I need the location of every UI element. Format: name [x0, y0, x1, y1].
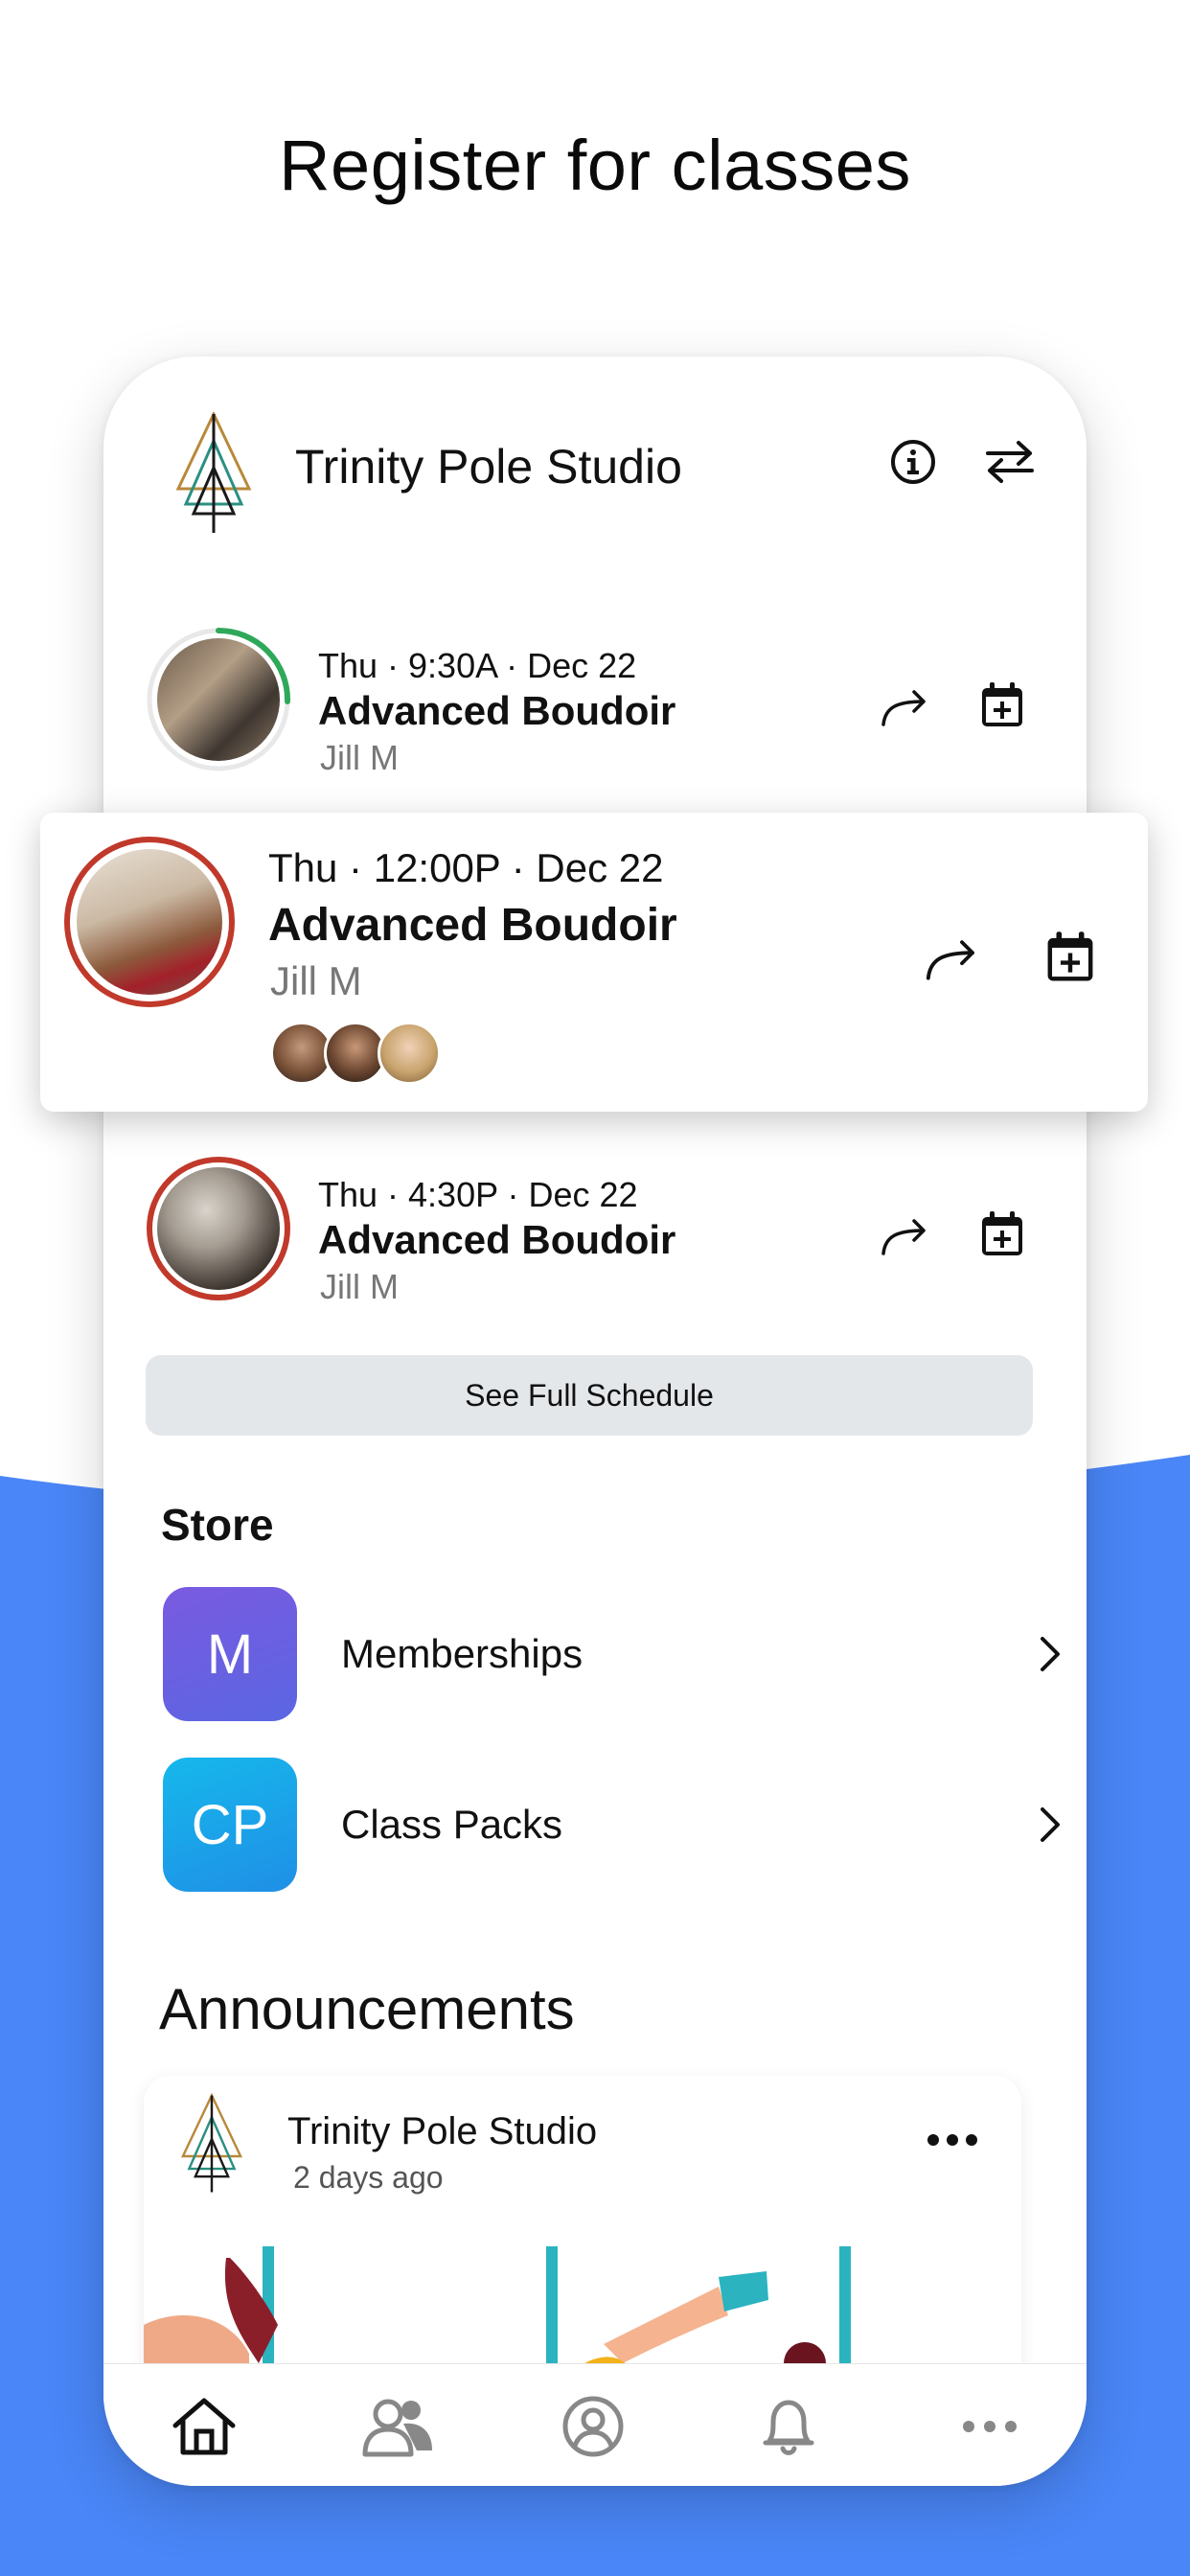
- announcement-time: 2 days ago: [293, 2160, 444, 2195]
- share-icon[interactable]: [874, 678, 935, 740]
- memberships-badge: M: [163, 1587, 297, 1721]
- announcements-title: Announcements: [159, 1977, 575, 2041]
- phone-mockup: Trinity Pole Studio Thu · 9:30A · Dec 22…: [103, 356, 1087, 2486]
- highlighted-class-card[interactable]: Thu · 12:00P · Dec 22 Advanced Boudoir J…: [40, 813, 1148, 1112]
- switch-arrows-icon[interactable]: [981, 433, 1039, 491]
- store-item-label: Class Packs: [341, 1802, 563, 1847]
- chevron-right-icon: [1041, 1807, 1060, 1842]
- store-title: Store: [161, 1500, 274, 1550]
- add-to-calendar-icon[interactable]: [1037, 924, 1104, 991]
- more-options-icon[interactable]: [924, 2126, 981, 2154]
- store-item-class-packs[interactable]: CP Class Packs: [161, 1758, 1060, 1892]
- class-time: Thu · 4:30P · Dec 22: [318, 1175, 638, 1214]
- studio-logo-icon: [180, 2093, 243, 2193]
- more-icon[interactable]: [947, 2383, 1033, 2470]
- share-icon[interactable]: [874, 1208, 935, 1269]
- profile-icon[interactable]: [550, 2383, 636, 2470]
- class-instructor: Jill M: [270, 958, 362, 1003]
- attendee-avatar: [378, 1022, 441, 1085]
- class-time: Thu · 9:30A · Dec 22: [318, 646, 637, 685]
- class-packs-badge: CP: [163, 1758, 297, 1892]
- add-to-calendar-icon[interactable]: [972, 675, 1033, 736]
- class-name: Advanced Boudoir: [318, 688, 676, 733]
- class-row[interactable]: Thu · 4:30P · Dec 22 Advanced Boudoir Ji…: [103, 1156, 1087, 1319]
- chevron-right-icon: [1041, 1637, 1060, 1671]
- page-headline: Register for classes: [279, 126, 911, 205]
- class-name: Advanced Boudoir: [318, 1217, 676, 1262]
- class-photo: [157, 638, 280, 761]
- class-name: Advanced Boudoir: [268, 900, 677, 951]
- bottom-tab-bar: [103, 2363, 1087, 2486]
- share-icon[interactable]: [918, 928, 985, 995]
- class-instructor: Jill M: [320, 1267, 399, 1306]
- people-icon[interactable]: [355, 2383, 441, 2470]
- see-full-schedule-button[interactable]: See Full Schedule: [146, 1355, 1033, 1436]
- add-to-calendar-icon[interactable]: [972, 1204, 1033, 1265]
- class-photo: [77, 849, 222, 995]
- store-item-label: Memberships: [341, 1631, 584, 1676]
- class-photo: [157, 1167, 280, 1290]
- class-instructor: Jill M: [320, 738, 399, 777]
- class-row[interactable]: Thu · 9:30A · Dec 22 Advanced Boudoir Ji…: [103, 627, 1087, 790]
- studio-logo-icon: [175, 412, 252, 533]
- class-time: Thu · 12:00P · Dec 22: [268, 845, 664, 890]
- info-icon[interactable]: [884, 433, 942, 491]
- home-icon[interactable]: [161, 2383, 247, 2470]
- bell-icon[interactable]: [745, 2383, 832, 2470]
- store-item-memberships[interactable]: M Memberships: [161, 1587, 1060, 1721]
- announcement-author: Trinity Pole Studio: [287, 2110, 598, 2152]
- studio-name: Trinity Pole Studio: [295, 440, 682, 494]
